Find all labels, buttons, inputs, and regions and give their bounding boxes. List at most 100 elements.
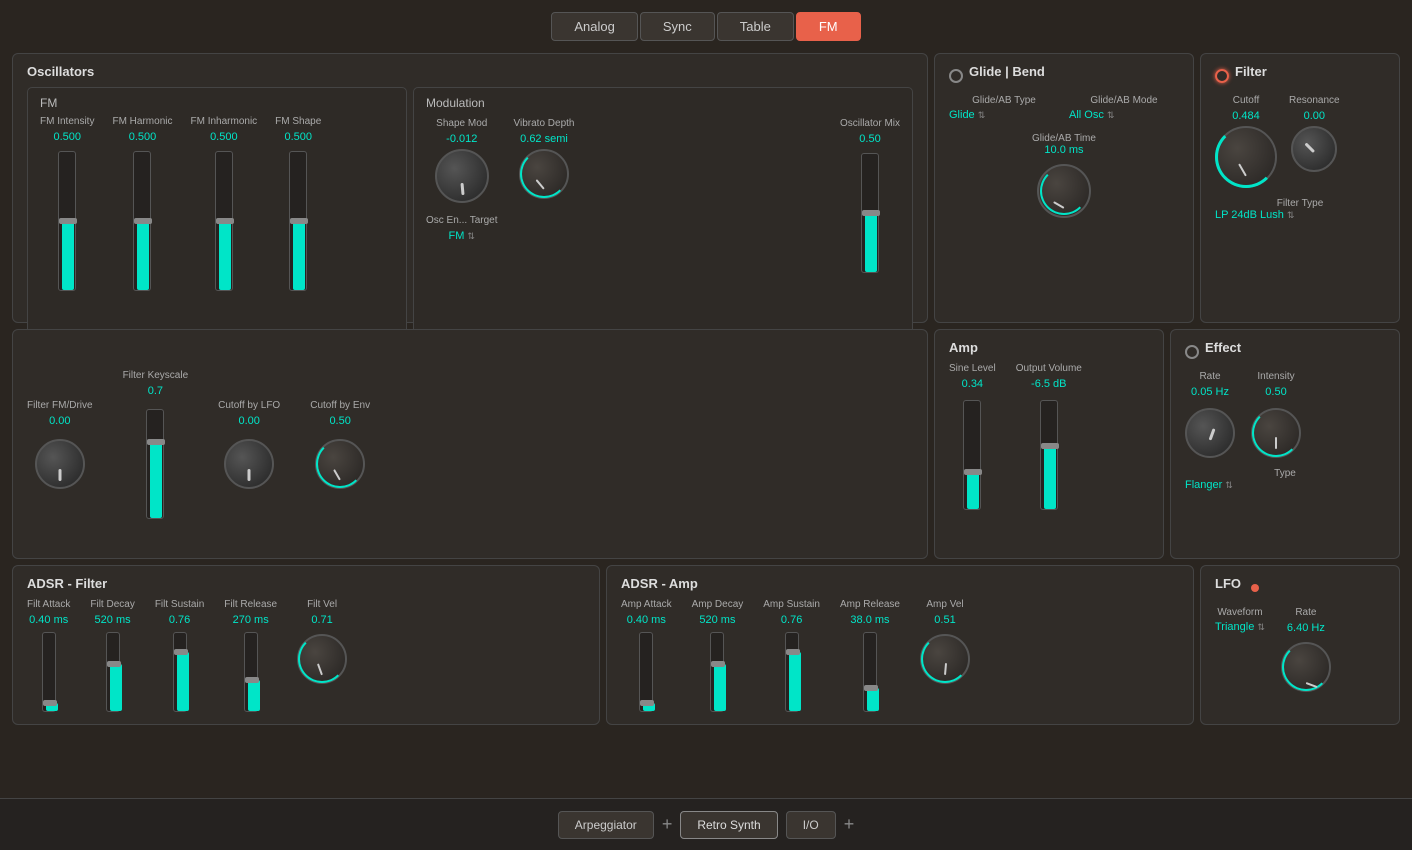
fm-shape-label: FM Shape	[275, 116, 321, 127]
filter-keyscale-label: Filter Keyscale	[123, 370, 189, 381]
vibrato-depth-value: 0.62 semi	[520, 133, 568, 145]
amp-release-slider[interactable]	[863, 632, 877, 712]
fm-intensity-slider[interactable]	[58, 151, 76, 291]
filt-vel-group: Filt Vel 0.71	[297, 599, 347, 684]
lfo-rate-value: 6.40 Hz	[1287, 622, 1325, 634]
fm-box: FM FM Intensity 0.500 FM Harmonic	[27, 87, 407, 335]
fm-inharmonic-group: FM Inharmonic 0.500	[190, 116, 257, 291]
glide-section: Glide | Bend Glide/AB Type Glide ⇅ Glide…	[934, 53, 1194, 323]
filt-sustain-value: 0.76	[169, 614, 190, 626]
sine-level-slider[interactable]	[963, 400, 981, 510]
filter-knobs: Cutoff 0.484 Resonance 0.00	[1215, 95, 1385, 188]
filt-release-slider[interactable]	[244, 632, 258, 712]
effect-rate-group: Rate 0.05 Hz	[1185, 371, 1235, 458]
filter-keyscale-value: 0.7	[148, 385, 163, 397]
row2: Filter FM/Drive 0.00 Filter Keyscale 0.7…	[12, 329, 1400, 559]
effect-power-icon[interactable]	[1185, 345, 1199, 359]
filter-power-icon[interactable]	[1215, 69, 1229, 83]
amp-decay-slider[interactable]	[710, 632, 724, 712]
glide-power-icon[interactable]	[949, 69, 963, 83]
cutoff-env-label: Cutoff by Env	[310, 400, 370, 411]
amp-attack-slider[interactable]	[639, 632, 653, 712]
fm-harmonic-slider[interactable]	[133, 151, 151, 291]
filter-header: Filter	[1215, 64, 1385, 87]
fm-shape-group: FM Shape 0.500	[275, 116, 321, 291]
tab-analog[interactable]: Analog	[551, 12, 637, 41]
amp-vel-knob[interactable]	[920, 634, 970, 684]
tab-table[interactable]: Table	[717, 12, 794, 41]
add-plugin-button-1[interactable]: +	[662, 814, 673, 835]
fm-sliders: FM Intensity 0.500 FM Harmonic 0.500	[40, 116, 394, 326]
filt-attack-group: Filt Attack 0.40 ms	[27, 599, 70, 712]
glide-mode-value[interactable]: All Osc ⇅	[1069, 109, 1179, 121]
output-volume-value: -6.5 dB	[1031, 378, 1066, 390]
bottom-bar: Arpeggiator + Retro Synth I/O +	[0, 798, 1412, 850]
effect-intensity-knob[interactable]	[1251, 408, 1301, 458]
glide-type-value[interactable]: Glide ⇅	[949, 109, 1059, 121]
filt-release-group: Filt Release 270 ms	[224, 599, 277, 712]
glide-mode-group: Glide/AB Mode All Osc ⇅	[1069, 95, 1179, 121]
amp-sustain-slider[interactable]	[785, 632, 799, 712]
io-button[interactable]: I/O	[786, 811, 836, 839]
resonance-knob[interactable]	[1291, 126, 1337, 172]
filt-decay-group: Filt Decay 520 ms	[90, 599, 134, 712]
tab-fm[interactable]: FM	[796, 12, 861, 41]
amp-controls: Sine Level 0.34 Output Volume -6.5 dB	[949, 363, 1149, 510]
tab-sync[interactable]: Sync	[640, 12, 715, 41]
add-plugin-button-2[interactable]: +	[844, 814, 855, 835]
filt-decay-slider[interactable]	[106, 632, 120, 712]
amp-sustain-label: Amp Sustain	[763, 599, 820, 610]
amp-decay-value: 520 ms	[699, 614, 735, 626]
glide-time-knob[interactable]	[1037, 164, 1091, 218]
arpeggiator-button[interactable]: Arpeggiator	[558, 811, 654, 839]
effect-type-group: Type Flanger ⇅	[1185, 468, 1385, 491]
shape-mod-knob[interactable]	[435, 149, 489, 203]
vibrato-depth-knob[interactable]	[519, 149, 569, 199]
output-volume-group: Output Volume -6.5 dB	[1016, 363, 1082, 510]
filter-type-value[interactable]: LP 24dB Lush ⇅	[1215, 209, 1385, 221]
cutoff-group: Cutoff 0.484	[1215, 95, 1277, 188]
retro-synth-button[interactable]: Retro Synth	[680, 811, 777, 839]
fm-harmonic-label: FM Harmonic	[112, 116, 172, 127]
effect-rate-value: 0.05 Hz	[1191, 386, 1229, 398]
osc-mix-slider[interactable]	[861, 153, 879, 273]
shape-mod-label: Shape Mod	[436, 118, 487, 129]
lfo-rate-knob[interactable]	[1281, 642, 1331, 692]
filter-fm-drive-knob[interactable]	[35, 439, 85, 489]
osc-mix-value: 0.50	[859, 133, 880, 145]
amp-sustain-value: 0.76	[781, 614, 802, 626]
filter-type-group: Filter Type LP 24dB Lush ⇅	[1215, 198, 1385, 221]
cutoff-lfo-knob[interactable]	[224, 439, 274, 489]
filt-attack-label: Filt Attack	[27, 599, 70, 610]
lfo-waveform-value[interactable]: Triangle ⇅	[1215, 621, 1265, 633]
filt-vel-knob[interactable]	[297, 634, 347, 684]
cutoff-knob[interactable]	[1215, 126, 1277, 188]
filter-keyscale-slider[interactable]	[146, 409, 164, 519]
osc-env-value[interactable]: FM ⇅	[449, 230, 475, 242]
fm-shape-slider[interactable]	[289, 151, 307, 291]
filter-controls-section: Filter FM/Drive 0.00 Filter Keyscale 0.7…	[12, 329, 928, 559]
effect-type-value[interactable]: Flanger ⇅	[1185, 479, 1385, 491]
cutoff-env-knob[interactable]	[315, 439, 365, 489]
resonance-value: 0.00	[1304, 110, 1325, 122]
output-volume-slider[interactable]	[1040, 400, 1058, 510]
filt-sustain-slider[interactable]	[173, 632, 187, 712]
filt-vel-label: Filt Vel	[307, 599, 337, 610]
effect-rate-knob[interactable]	[1185, 408, 1235, 458]
cutoff-lfo-group: Cutoff by LFO 0.00	[218, 400, 280, 489]
shape-mod-value: -0.012	[446, 133, 477, 145]
top-bar: Analog Sync Table FM	[0, 0, 1412, 53]
resonance-group: Resonance 0.00	[1289, 95, 1340, 172]
filt-attack-slider[interactable]	[42, 632, 56, 712]
fm-inharmonic-slider[interactable]	[215, 151, 233, 291]
filter-keyscale-group: Filter Keyscale 0.7	[123, 370, 189, 519]
filt-sustain-group: Filt Sustain 0.76	[155, 599, 204, 712]
glide-mode-chevron: ⇅	[1107, 110, 1115, 121]
oscillators-inner: FM FM Intensity 0.500 FM Harmonic	[27, 87, 913, 335]
filt-vel-value: 0.71	[311, 614, 332, 626]
lfo-waveform-chevron: ⇅	[1257, 622, 1265, 633]
filter-fm-drive-label: Filter FM/Drive	[27, 400, 93, 411]
glide-time-group: Glide/AB Time 10.0 ms	[949, 133, 1179, 218]
filter-type-label: Filter Type	[1215, 198, 1385, 209]
fm-label: FM	[40, 96, 394, 110]
